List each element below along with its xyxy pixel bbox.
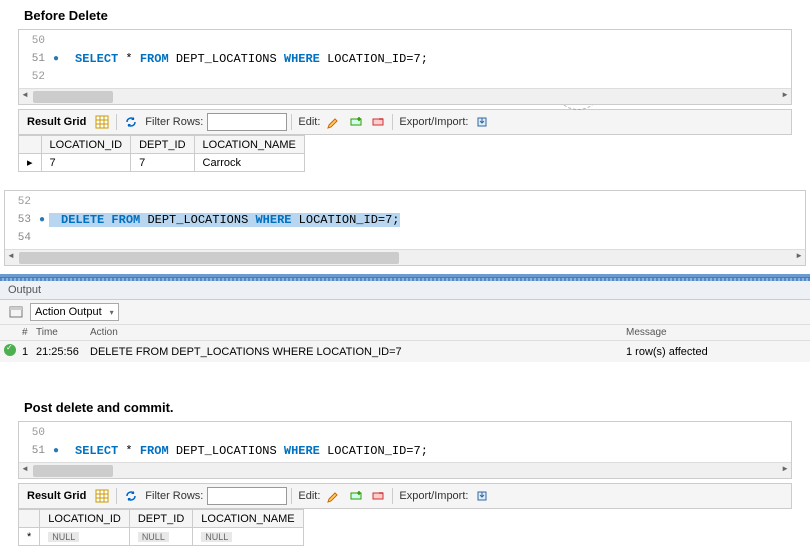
delete-row-icon[interactable] [368,487,388,505]
sql-editor-2[interactable]: 52 53 ● DELETE FROM DEPT_LOCATIONS WHERE… [4,190,806,266]
code-line: 51 ● SELECT * FROM DEPT_LOCATIONS WHERE … [19,442,791,460]
export-icon[interactable] [472,487,492,505]
code-line: 52 [5,193,805,211]
result-toolbar: Result Grid Filter Rows: Edit: Export/Im… [18,109,792,135]
edit-icon[interactable] [324,113,344,131]
export-icon[interactable] [472,113,492,131]
output-row[interactable]: 1 21:25:56 DELETE FROM DEPT_LOCATIONS WH… [0,341,810,362]
export-import-label: Export/Import: [397,490,470,502]
sql-editor-3[interactable]: 50 51 ● SELECT * FROM DEPT_LOCATIONS WHE… [18,421,792,479]
horizontal-scrollbar[interactable] [19,88,791,104]
horizontal-scrollbar[interactable] [5,249,805,265]
export-import-label: Export/Import: [397,116,470,128]
sql-editor-1[interactable]: 50 51 ● SELECT * FROM DEPT_LOCATIONS WHE… [18,29,792,105]
horizontal-scrollbar[interactable] [19,462,791,478]
edit-label: Edit: [296,490,322,502]
result-grid-label: Result Grid [23,490,90,502]
code-line: 53 ● DELETE FROM DEPT_LOCATIONS WHERE LO… [5,211,805,229]
refresh-icon[interactable] [121,487,141,505]
filter-rows-input[interactable] [207,113,287,131]
code-line: 54 [5,229,805,247]
result-grid-2[interactable]: LOCATION_ID DEPT_ID LOCATION_NAME * NULL… [18,509,304,546]
edit-label: Edit: [296,116,322,128]
grid-icon[interactable] [92,113,112,131]
result-grid-label: Result Grid [23,116,90,128]
add-row-icon[interactable] [346,113,366,131]
table-row[interactable]: * NULL NULL NULL [19,528,304,546]
result-grid-1[interactable]: LOCATION_ID DEPT_ID LOCATION_NAME ▸ 7 7 … [18,135,305,172]
section-title-post: Post delete and commit. [0,392,810,421]
result-toolbar-2: Result Grid Filter Rows: Edit: Export/Im… [18,483,792,509]
grid-icon[interactable] [92,487,112,505]
output-column-headers: # Time Action Message [0,325,810,341]
filter-rows-label: Filter Rows: [143,116,205,128]
delete-row-icon[interactable] [368,113,388,131]
table-header-row: LOCATION_ID DEPT_ID LOCATION_NAME [19,510,304,528]
output-type-dropdown[interactable]: Action Output [30,303,119,321]
add-row-icon[interactable] [346,487,366,505]
edit-icon[interactable] [324,487,344,505]
filter-rows-input[interactable] [207,487,287,505]
output-toolbar: Action Output [0,300,810,325]
code-line: 50 [19,32,791,50]
output-panel: Output Action Output # Time Action Messa… [0,274,810,362]
output-title: Output [0,281,810,300]
refresh-icon[interactable] [121,113,141,131]
code-line: 50 [19,424,791,442]
code-line: 51 ● SELECT * FROM DEPT_LOCATIONS WHERE … [19,50,791,68]
output-view-icon[interactable] [6,303,26,321]
status-ok-icon [4,344,16,356]
table-row[interactable]: ▸ 7 7 Carrock [19,154,305,172]
table-header-row: LOCATION_ID DEPT_ID LOCATION_NAME [19,136,305,154]
code-line: 52 [19,68,791,86]
filter-rows-label: Filter Rows: [143,490,205,502]
section-title-before: Before Delete [0,0,810,29]
